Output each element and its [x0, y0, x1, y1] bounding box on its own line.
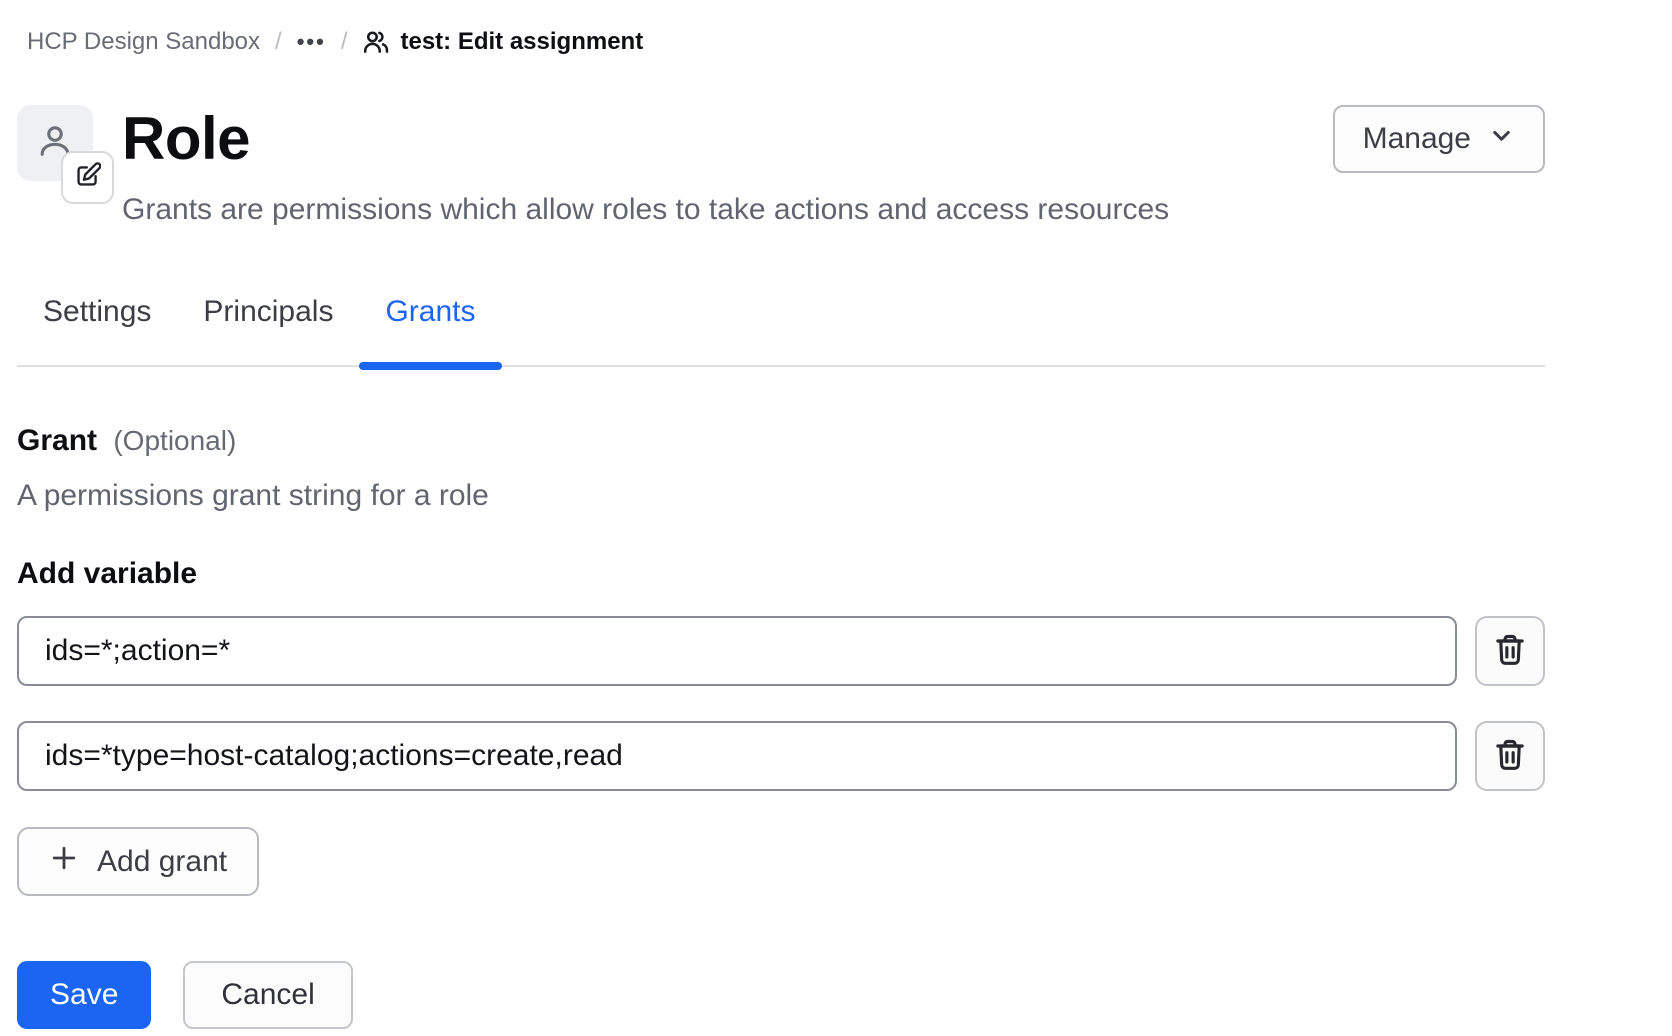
grant-optional-label: (Optional) [113, 425, 236, 456]
breadcrumb-separator: / [275, 28, 282, 56]
add-grant-button[interactable]: Add grant [17, 827, 259, 896]
plus-icon [49, 843, 79, 881]
tab-grants[interactable]: Grants [359, 281, 501, 365]
grant-row [17, 616, 1545, 686]
breadcrumb: HCP Design Sandbox / ••• / test: Edit as… [17, 26, 1545, 58]
breadcrumb-collapsed-button[interactable]: ••• [297, 29, 326, 55]
manage-button-label: Manage [1363, 122, 1471, 156]
cancel-button[interactable]: Cancel [183, 961, 352, 1029]
users-icon [362, 29, 389, 56]
role-avatar [17, 105, 93, 181]
grants-section: Grant (Optional) A permissions grant str… [17, 424, 1545, 1029]
tab-bar: Settings Principals Grants [17, 281, 1545, 367]
tab-principals[interactable]: Principals [177, 281, 359, 365]
add-grant-button-label: Add grant [97, 845, 227, 879]
grant-label-row: Grant (Optional) [17, 424, 1545, 458]
save-button[interactable]: Save [17, 961, 151, 1029]
pencil-square-icon [74, 162, 101, 194]
page-title: Role [122, 107, 1333, 171]
header-text: Role Grants are permissions which allow … [122, 105, 1333, 227]
grant-input-1[interactable] [17, 616, 1457, 686]
page-header: Role Grants are permissions which allow … [17, 105, 1545, 227]
breadcrumb-root-link[interactable]: HCP Design Sandbox [27, 28, 260, 56]
page-subtitle: Grants are permissions which allow roles… [122, 193, 1333, 227]
page: HCP Design Sandbox / ••• / test: Edit as… [0, 26, 1672, 1029]
delete-grant-button-1[interactable] [1475, 616, 1545, 686]
tab-settings[interactable]: Settings [17, 281, 177, 365]
manage-button[interactable]: Manage [1333, 105, 1545, 173]
breadcrumb-current: test: Edit assignment [362, 28, 643, 56]
trash-icon [1492, 632, 1528, 671]
breadcrumb-current-label: test: Edit assignment [400, 28, 643, 56]
add-variable-label: Add variable [17, 557, 1545, 591]
trash-icon [1492, 737, 1528, 776]
edit-avatar-button[interactable] [61, 151, 114, 204]
grant-help-text: A permissions grant string for a role [17, 479, 1545, 513]
breadcrumb-separator: / [341, 28, 348, 56]
grant-input-2[interactable] [17, 721, 1457, 791]
delete-grant-button-2[interactable] [1475, 721, 1545, 791]
form-actions: Save Cancel [17, 961, 1545, 1029]
grant-label: Grant [17, 424, 97, 457]
chevron-down-icon [1488, 122, 1515, 157]
grant-row [17, 721, 1545, 791]
